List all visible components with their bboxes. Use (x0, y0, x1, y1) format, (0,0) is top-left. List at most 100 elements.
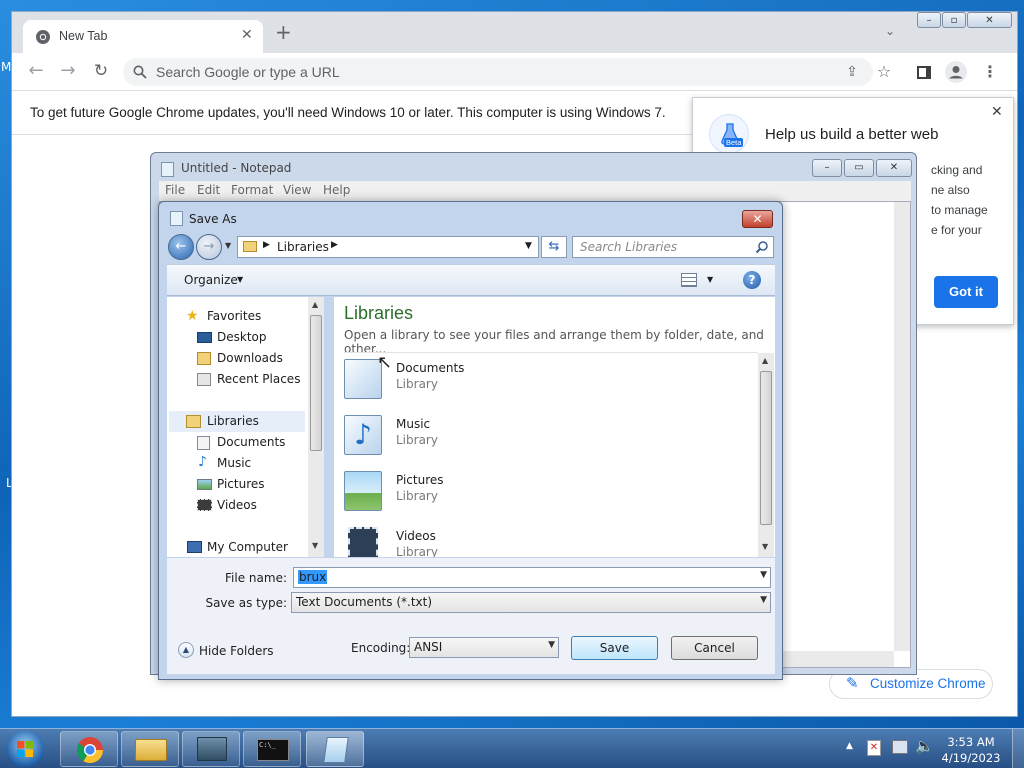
address-dropdown-icon[interactable]: ▼ (525, 241, 532, 251)
omnibox[interactable]: Search Google or type a URL ⇪ (123, 58, 873, 86)
breadcrumb-arrow-icon: ▶ (263, 240, 270, 250)
organize-dropdown-icon[interactable]: ▼ (237, 275, 243, 284)
save-fields-area: File name: brux ▼ Save as type: Text Doc… (167, 558, 775, 674)
menu-file[interactable]: File (165, 183, 185, 197)
taskbar-app[interactable] (182, 731, 240, 767)
taskbar-explorer[interactable] (121, 731, 179, 767)
menu-help[interactable]: Help (323, 183, 350, 197)
scroll-down-icon[interactable]: ▼ (762, 542, 768, 551)
reload-icon[interactable]: ↻ (88, 58, 114, 84)
nav-desktop[interactable]: Desktop (217, 330, 267, 344)
organize-button[interactable]: Organize (184, 273, 238, 287)
system-clock[interactable]: 3:53 AM 4/19/2023 (936, 734, 1006, 766)
nav-pane-scrollbar[interactable]: ▲ ▼ (308, 297, 324, 557)
chrome-maximize-button[interactable]: ▫ (942, 12, 966, 28)
help-icon[interactable]: ? (743, 271, 761, 289)
breadcrumb-libraries[interactable]: Libraries (277, 240, 329, 254)
forward-arrow-icon[interactable]: → (55, 58, 81, 84)
hide-folders-button[interactable]: Hide Folders (199, 644, 274, 658)
taskbar-cmd[interactable]: C:\_ (243, 731, 301, 767)
taskbar-notepad[interactable] (306, 731, 364, 767)
library-videos[interactable]: Videos Library (342, 525, 642, 557)
address-bar[interactable]: ▶ Libraries ▶ ▼ (237, 236, 539, 258)
view-dropdown-icon[interactable]: ▼ (707, 275, 713, 284)
refresh-icon[interactable]: ⇆ (541, 236, 567, 258)
nav-documents[interactable]: Documents (217, 435, 285, 449)
side-panel-icon[interactable] (917, 66, 931, 79)
content-heading: Libraries (344, 303, 414, 323)
file-name-input[interactable]: brux ▼ (293, 567, 771, 588)
save-button[interactable]: Save (571, 636, 658, 660)
nav-scroll-thumb[interactable] (310, 315, 322, 451)
navigation-pane: ★ Favorites Desktop Downloads Recent Pla… (167, 297, 315, 557)
save-type-select[interactable]: Text Documents (*.txt) ▼ (291, 592, 771, 613)
cancel-button[interactable]: Cancel (671, 636, 758, 660)
library-music[interactable]: ♪ Music Library (342, 413, 642, 463)
share-icon[interactable]: ⇪ (839, 59, 865, 85)
scroll-up-icon[interactable]: ▲ (762, 356, 768, 365)
nav-pictures[interactable]: Pictures (217, 477, 265, 491)
nav-videos[interactable]: Videos (217, 498, 257, 512)
menu-edit[interactable]: Edit (197, 183, 220, 197)
show-desktop-button[interactable] (1012, 729, 1024, 768)
search-libraries-input[interactable]: Search Libraries (572, 236, 774, 258)
chrome-close-button[interactable]: ✕ (967, 12, 1012, 28)
encoding-select[interactable]: ANSI ▼ (409, 637, 559, 658)
notepad-taskbar-icon (323, 737, 349, 763)
notepad-close-button[interactable]: ✕ (876, 159, 912, 177)
back-arrow-icon[interactable]: ← (23, 58, 49, 84)
library-pictures[interactable]: Pictures Library (342, 469, 642, 519)
scroll-down-icon[interactable]: ▼ (312, 541, 318, 550)
back-button-icon[interactable]: ← (168, 234, 194, 260)
notepad-maximize-button[interactable]: ▭ (844, 159, 874, 177)
bookmark-star-icon[interactable]: ☆ (871, 59, 897, 85)
volume-muted-icon[interactable]: 🔈 (915, 737, 934, 755)
taskbar-chrome[interactable] (60, 731, 118, 767)
nav-music[interactable]: Music (217, 456, 251, 470)
forward-button-icon[interactable]: → (196, 234, 222, 260)
desktop-edge-letter: M (1, 60, 12, 74)
chrome-minimize-button[interactable]: – (917, 12, 941, 28)
library-type: Library (396, 433, 438, 447)
content-scrollbar[interactable]: ▲ ▼ (758, 353, 774, 557)
scroll-up-icon[interactable]: ▲ (312, 300, 318, 309)
promo-body-line: ne also (931, 183, 970, 197)
tab-new-tab[interactable]: New Tab ✕ (23, 20, 263, 53)
encoding-dropdown-icon[interactable]: ▼ (548, 640, 555, 650)
profile-avatar-icon[interactable] (945, 61, 967, 83)
file-name-dropdown-icon[interactable]: ▼ (760, 570, 767, 580)
network-icon[interactable] (892, 740, 908, 754)
nav-recent-places[interactable]: Recent Places (217, 372, 300, 386)
save-type-dropdown-icon[interactable]: ▼ (760, 595, 767, 605)
nav-libraries[interactable]: Libraries (207, 414, 259, 428)
got-it-button[interactable]: Got it (934, 276, 998, 308)
dialog-close-button[interactable]: ✕ (742, 210, 773, 228)
hide-folders-chevron-icon[interactable]: ▲ (178, 642, 194, 658)
chrome-logo-icon (36, 30, 50, 44)
show-hidden-icons-icon[interactable]: ▲ (846, 741, 853, 751)
new-tab-plus-icon[interactable]: + (275, 22, 292, 42)
menu-view[interactable]: View (283, 183, 311, 197)
action-center-flag-icon[interactable]: ✕ (867, 740, 881, 756)
menu-format[interactable]: Format (231, 183, 273, 197)
recent-locations-chevron-icon[interactable]: ▼ (225, 241, 231, 250)
nav-downloads[interactable]: Downloads (217, 351, 283, 365)
content-scroll-thumb[interactable] (760, 371, 772, 525)
promo-close-icon[interactable]: ✕ (991, 104, 1003, 120)
menu-kebab-icon[interactable]: ⋮ (977, 59, 1003, 85)
tab-search-chevron-icon[interactable]: ⌄ (885, 24, 895, 38)
omnibox-input: Search Google or type a URL (156, 64, 340, 80)
start-button[interactable] (6, 731, 44, 767)
documents-icon (197, 436, 210, 450)
nav-my-computer[interactable]: My Computer (207, 540, 288, 554)
library-type: Library (396, 377, 438, 391)
dialog-toolbar: Organize ▼ ▼ ? (167, 264, 775, 296)
magnifier-icon[interactable] (755, 240, 769, 254)
tab-close-icon[interactable]: ✕ (241, 27, 253, 43)
view-options-icon[interactable] (681, 273, 697, 287)
notepad-minimize-button[interactable]: – (812, 159, 842, 177)
update-info-message: To get future Google Chrome updates, you… (30, 105, 666, 120)
nav-favorites[interactable]: Favorites (207, 309, 261, 323)
notepad-vertical-scrollbar[interactable] (894, 202, 910, 651)
breadcrumb-arrow-icon[interactable]: ▶ (331, 240, 338, 250)
